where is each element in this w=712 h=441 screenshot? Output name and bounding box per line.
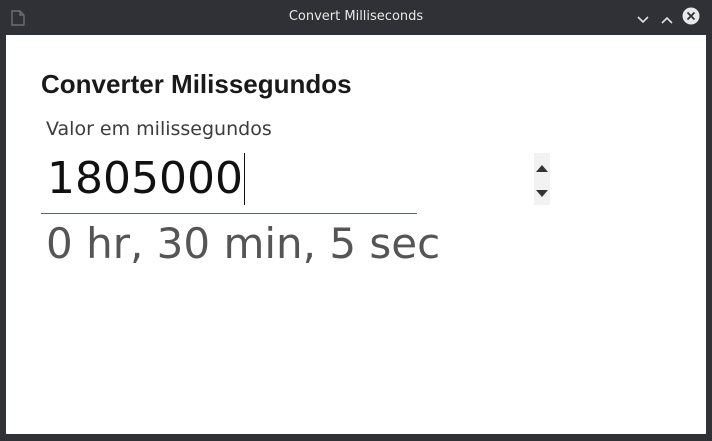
input-text: 1805000	[47, 153, 243, 204]
milliseconds-input[interactable]: 1805000	[41, 147, 417, 214]
minimize-icon	[637, 9, 649, 28]
maximize-button[interactable]	[658, 9, 676, 27]
milliseconds-spinner[interactable]	[534, 153, 550, 205]
text-caret	[243, 153, 245, 205]
decrement-button[interactable]	[534, 179, 550, 205]
increment-button[interactable]	[534, 153, 550, 179]
milliseconds-label: Valor em milissegundos	[46, 118, 272, 140]
title-bar[interactable]: Convert Milliseconds	[0, 0, 712, 35]
app-window: Convert Milliseconds Converter Milissegu…	[0, 0, 712, 441]
triangle-down-icon	[536, 183, 548, 202]
conversion-result: 0 hr, 30 min, 5 sec	[46, 219, 441, 268]
minimize-button[interactable]	[634, 9, 652, 27]
close-icon	[682, 7, 700, 29]
window-title: Convert Milliseconds	[288, 9, 424, 24]
milliseconds-input-value[interactable]: 1805000	[47, 151, 245, 207]
maximize-icon	[661, 9, 673, 28]
triangle-up-icon	[536, 157, 548, 176]
content-area: Converter Milissegundos Valor em milisse…	[6, 35, 706, 434]
close-button[interactable]	[682, 7, 700, 29]
page-title: Converter Milissegundos	[41, 69, 352, 99]
